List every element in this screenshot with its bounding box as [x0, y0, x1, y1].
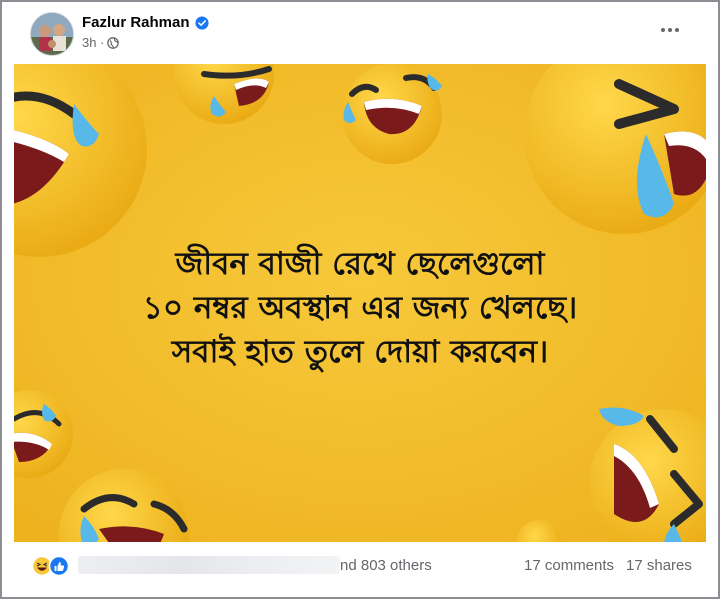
haha-reaction-icon — [32, 555, 53, 577]
comments-count[interactable]: 17 comments — [524, 557, 614, 574]
caption-line-3: সবাই হাত তুলে দোয়া করবেন। — [171, 334, 549, 370]
verified-badge-icon — [194, 15, 209, 30]
post-image[interactable]: জীবন বাজী রেখে ছেলেগুলো ১০ নম্বর অবস্থান… — [14, 64, 706, 542]
post-header: Fazlur Rahman 3h · — [2, 2, 718, 64]
caption-line-2: ১০ নম্বর অবস্থান এর জন্য খেলছে। — [142, 290, 578, 326]
reactions-count[interactable]: nd 803 others — [340, 557, 432, 574]
post-card: Fazlur Rahman 3h · জীবন বাজী রেখে ছেলেগু… — [0, 0, 720, 599]
globe-icon — [107, 36, 120, 49]
post-timestamp[interactable]: 3h · — [82, 35, 104, 50]
reactions-icons[interactable] — [32, 555, 72, 577]
caption-line-1: জীবন বাজী রেখে ছেলেগুলো — [175, 246, 545, 282]
redacted-reactor-names — [78, 556, 340, 574]
avatar[interactable] — [30, 12, 74, 56]
more-options-icon[interactable] — [658, 20, 682, 40]
post-footer: nd 803 others 17 comments 17 shares — [2, 542, 718, 597]
like-reaction-icon — [48, 555, 70, 577]
image-caption: জীবন বাজী রেখে ছেলেগুলো ১০ নম্বর অবস্থান… — [14, 242, 706, 374]
shares-count[interactable]: 17 shares — [626, 557, 692, 574]
author-name[interactable]: Fazlur Rahman — [82, 14, 190, 31]
